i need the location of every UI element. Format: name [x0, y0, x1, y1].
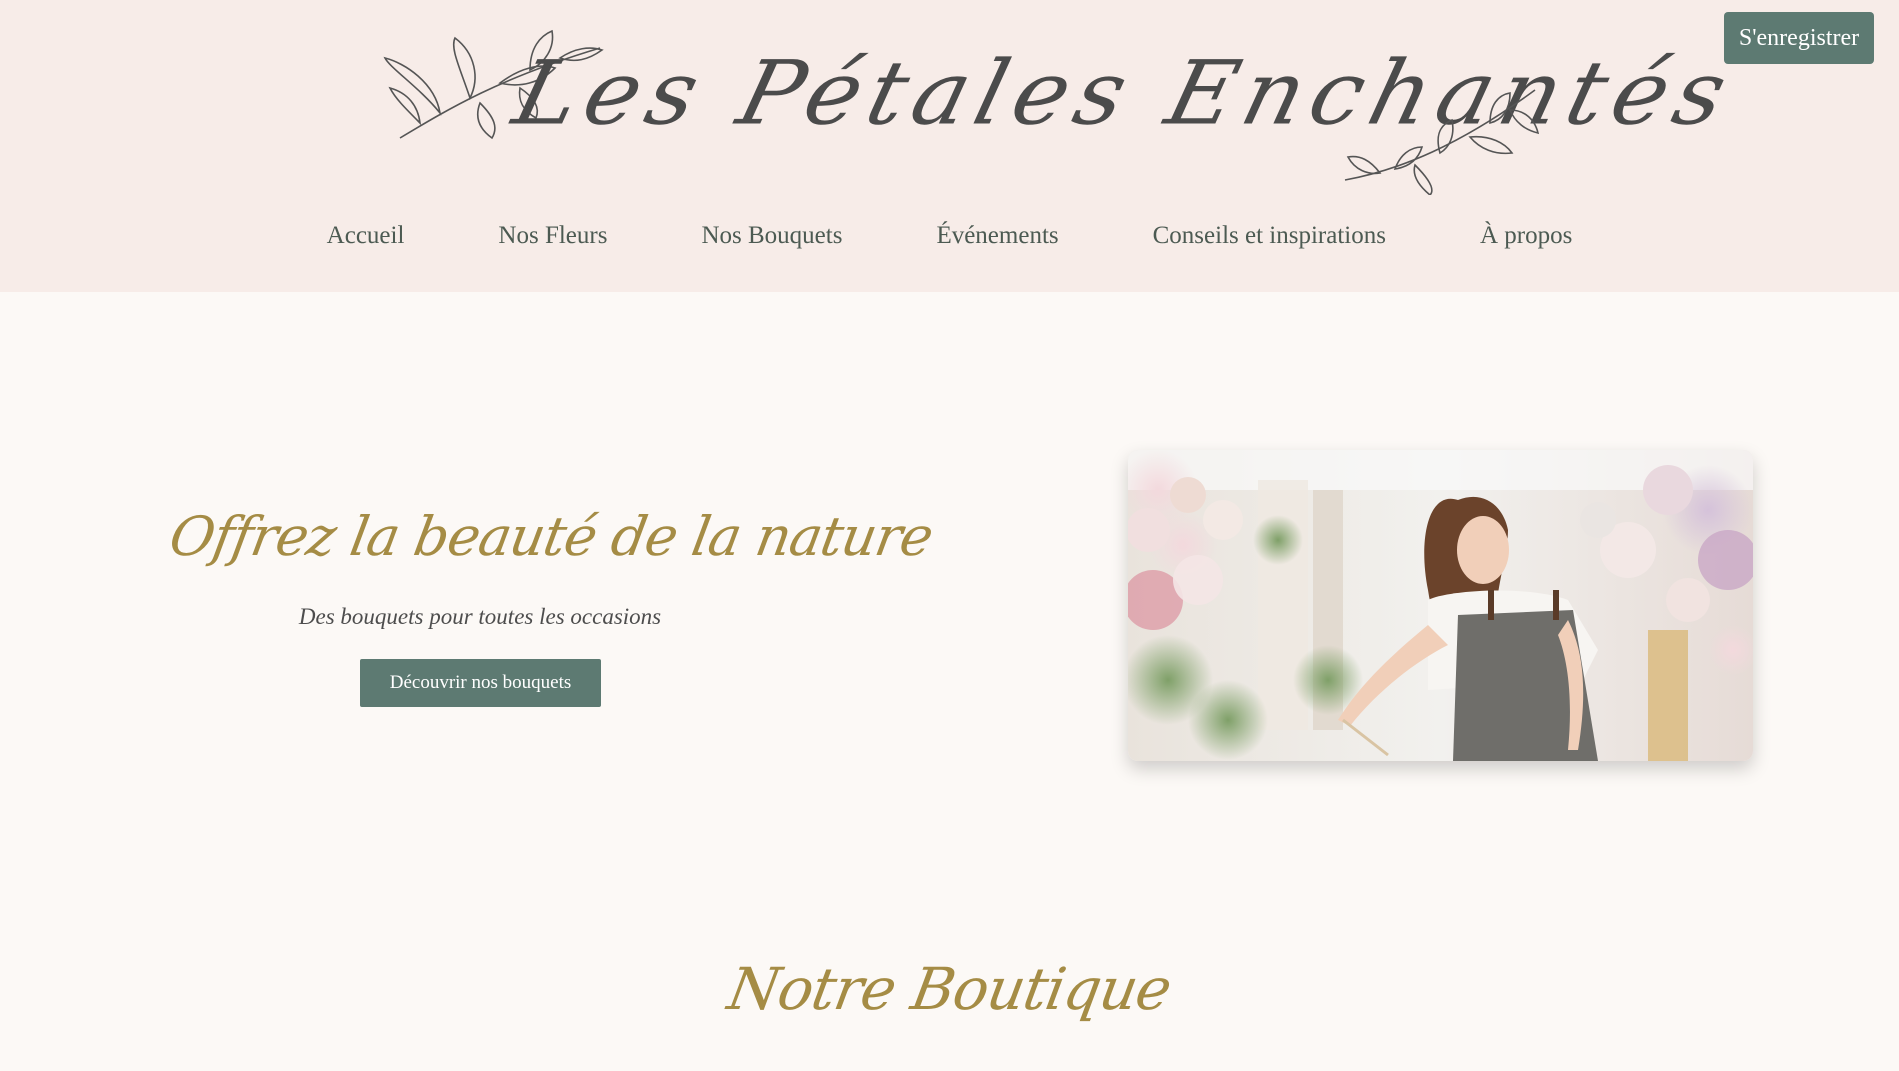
site-logo[interactable]: Les Pétales Enchantés: [380, 20, 1744, 195]
shop-section-title-text: Notre Boutique: [722, 955, 1177, 1023]
florist-photo-illustration: [1128, 450, 1753, 761]
main-nav: Accueil Nos Fleurs Nos Bouquets Événemen…: [0, 222, 1899, 250]
leaf-branch-icon: [1344, 89, 1540, 195]
nav-item-accueil[interactable]: Accueil: [327, 222, 405, 250]
discover-bouquets-button[interactable]: Découvrir nos bouquets: [360, 659, 601, 707]
nav-item-evenements[interactable]: Événements: [936, 222, 1058, 250]
hero-image: [1128, 450, 1753, 761]
nav-item-conseils[interactable]: Conseils et inspirations: [1153, 222, 1386, 250]
nav-item-nos-bouquets[interactable]: Nos Bouquets: [701, 222, 842, 250]
shop-section-title: Notre Boutique: [0, 955, 1899, 1023]
logo-text: Les Pétales Enchantés: [504, 42, 1745, 145]
hero-title: Offrez la beauté de la nature: [165, 505, 938, 568]
page: Les Pétales Enchantés S'enregistrer Accu…: [0, 0, 1899, 1071]
nav-item-nos-fleurs[interactable]: Nos Fleurs: [498, 222, 607, 250]
register-button[interactable]: S'enregistrer: [1724, 12, 1874, 64]
nav-item-a-propos[interactable]: À propos: [1480, 222, 1572, 250]
hero-subtitle: Des bouquets pour toutes les occasions: [298, 604, 662, 629]
site-header: Les Pétales Enchantés S'enregistrer Accu…: [0, 0, 1899, 292]
